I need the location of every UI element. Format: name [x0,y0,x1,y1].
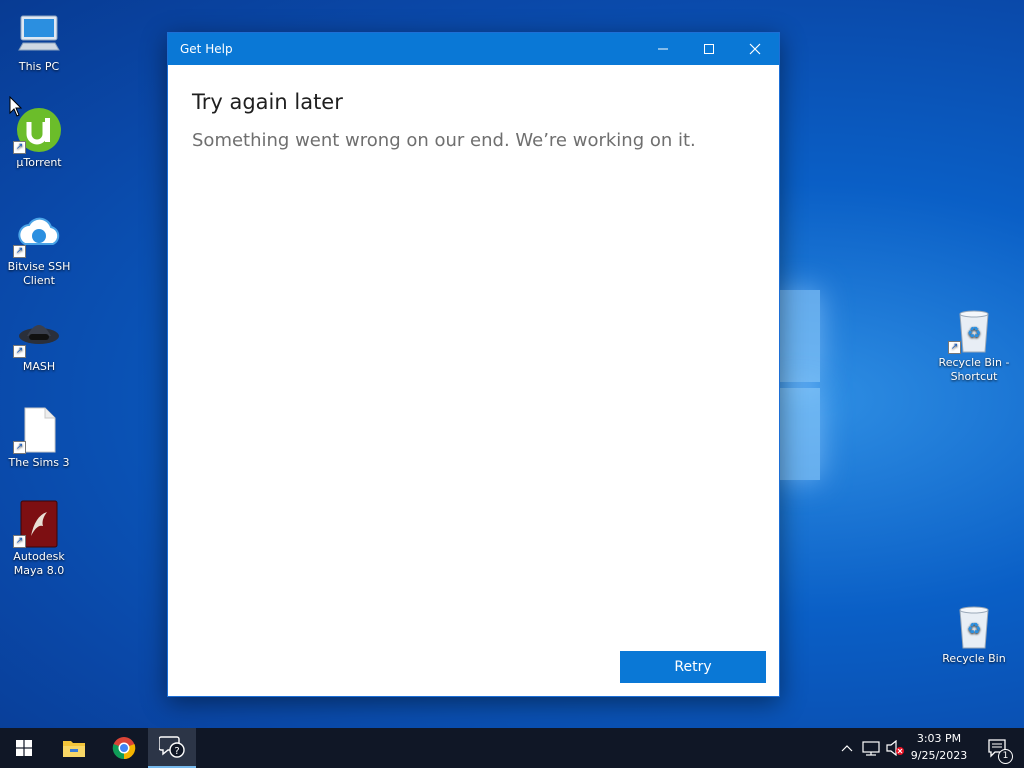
desktop-icon-recycle-bin-shortcut[interactable]: ♻ ↗ Recycle Bin - Shortcut [936,306,1012,384]
error-message: Something went wrong on our end. We’re w… [192,130,696,151]
desktop-icon-mash[interactable]: ↗ MASH [1,310,77,374]
retry-button[interactable]: Retry [620,651,766,683]
recycle-bin-icon: ♻ ↗ [948,306,998,354]
window-title: Get Help [180,42,233,56]
error-heading: Try again later [192,90,343,114]
tray-volume-button[interactable] [884,728,906,768]
bitvise-icon: ↗ [13,210,63,258]
get-help-icon: ? [159,736,185,758]
svg-text:♻: ♻ [967,619,981,638]
start-icon [16,740,32,756]
minimize-icon [658,48,668,50]
shortcut-arrow-icon: ↗ [13,441,26,454]
taskbar-clock[interactable]: 3:03 PM 9/25/2023 [906,728,972,768]
minimize-button[interactable] [640,33,686,65]
maya-icon: ↗ [13,500,63,548]
shortcut-arrow-icon: ↗ [948,341,961,354]
desktop-icon-label: The Sims 3 [8,456,70,469]
get-help-window: Get Help Try again later Something went … [167,32,780,697]
shortcut-arrow-icon: ↗ [13,345,26,358]
desktop-icon-label: Autodesk Maya 8.0 [13,550,65,577]
taskbar-get-help[interactable]: ? [148,728,196,768]
clock-date: 9/25/2023 [910,749,968,762]
recycle-bin-icon: ♻ [950,602,998,650]
svg-text:?: ? [174,746,179,757]
mouse-cursor-icon [9,96,23,117]
svg-text:♻: ♻ [967,323,981,342]
file-explorer-icon [63,741,85,757]
desktop-icon-label: MASH [22,360,56,373]
desktop-icon-label: This PC [18,60,60,73]
network-icon [862,741,880,756]
notification-count-badge: 1 [998,749,1013,764]
shortcut-arrow-icon: ↗ [13,535,26,548]
maximize-icon [704,44,714,54]
action-center-button[interactable]: 1 [978,728,1018,768]
desktop-icon-label: Recycle Bin - Shortcut [938,356,1010,383]
desktop-icon-bitvise[interactable]: ↗ Bitvise SSH Client [1,210,77,288]
close-button[interactable] [732,33,778,65]
clock-time: 3:03 PM [916,732,962,745]
taskbar: ? 3:03 PM 9/25/2023 1 [0,728,1024,768]
maximize-button[interactable] [686,33,732,65]
mash-icon: ↗ [13,310,63,358]
chevron-up-icon [841,745,853,752]
shortcut-arrow-icon: ↗ [13,245,26,258]
desktop-icon-autodesk-maya[interactable]: ↗ Autodesk Maya 8.0 [1,500,77,578]
volume-muted-icon [886,740,904,756]
desktop-icon-this-pc[interactable]: This PC [1,10,77,74]
desktop-icon-label: Recycle Bin [942,652,1006,665]
desktop-icon-label: µTorrent [16,156,62,169]
taskbar-file-explorer[interactable] [50,728,98,768]
blank-file-icon: ↗ [13,406,63,454]
start-button[interactable] [0,728,48,768]
chrome-icon [112,737,136,760]
tray-overflow-button[interactable] [836,728,858,768]
taskbar-chrome[interactable] [100,728,148,768]
desktop-icon-the-sims-3[interactable]: ↗ The Sims 3 [1,406,77,470]
close-icon [749,43,761,55]
tray-network-button[interactable] [860,728,882,768]
computer-icon [15,10,63,58]
window-titlebar[interactable]: Get Help [168,33,779,65]
shortcut-arrow-icon: ↗ [13,141,26,154]
desktop-icon-label: Bitvise SSH Client [7,260,71,287]
desktop-icon-recycle-bin[interactable]: ♻ Recycle Bin [936,602,1012,666]
